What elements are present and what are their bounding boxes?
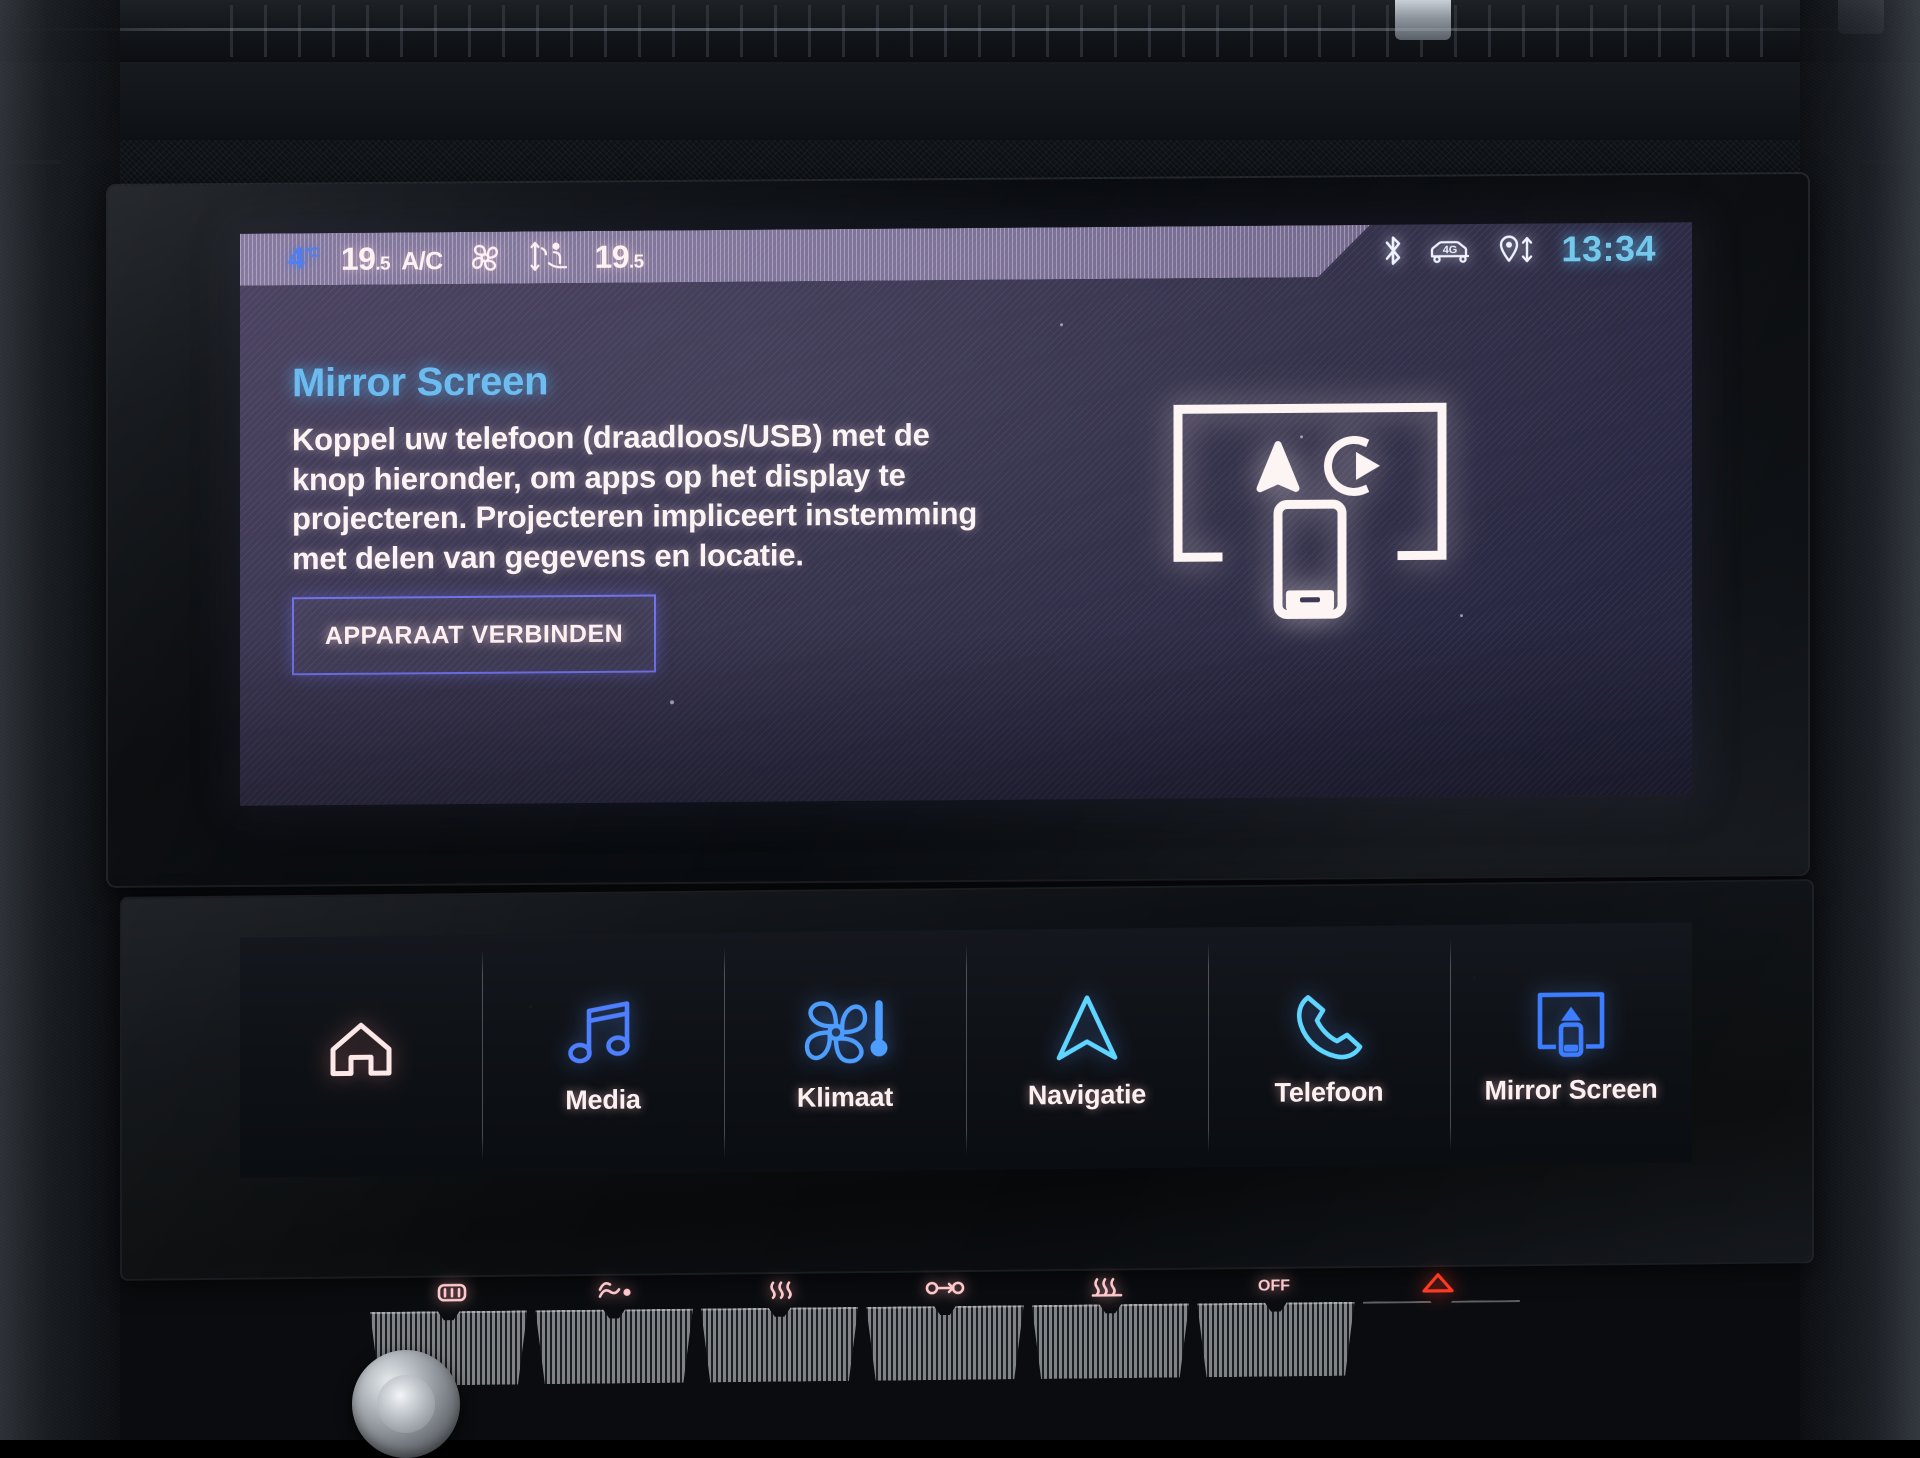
passenger-temperature-decimal: .5	[628, 251, 644, 273]
switch-key-recirculation[interactable]	[866, 1305, 1023, 1381]
status-bar-right-group: 4G 13:34	[1381, 223, 1656, 277]
dash-side-panel-left	[0, 0, 120, 1440]
svg-text:4G: 4G	[1443, 244, 1458, 256]
switch-key-off[interactable]	[1197, 1302, 1354, 1378]
dashboard-background: 4°C 19.5 A/C 19.5 4G 13:34 Media Klimaat…	[0, 0, 1920, 1458]
4g-connected-car-icon: 4G	[1427, 234, 1473, 266]
nav-item-navigatie[interactable]: Navigatie	[966, 927, 1208, 1170]
screen-dust	[670, 700, 674, 705]
clock: 13:34	[1561, 227, 1656, 270]
home-icon	[325, 1017, 397, 1082]
screen-dust	[1300, 435, 1303, 439]
climate-switch-keys	[370, 1300, 1520, 1394]
outside-temperature-value: 4	[288, 242, 305, 276]
airflow-face-icon	[534, 1271, 698, 1313]
nav-item-klimaat-label: Klimaat	[796, 1081, 894, 1113]
nav-item-navigatie-label: Navigatie	[1027, 1078, 1147, 1110]
rear-defrost-icon	[370, 1272, 534, 1314]
outside-temperature: 4°C	[288, 242, 319, 276]
dash-grain-left	[0, 0, 120, 1440]
air-vent-slats	[230, 5, 1790, 57]
fan-icon[interactable]	[465, 240, 505, 276]
dash-side-panel-right	[1800, 0, 1920, 1440]
nav-item-mirror-screen-label: Mirror Screen	[1484, 1073, 1658, 1106]
switch-key-hazard[interactable]	[1363, 1300, 1520, 1376]
nav-item-media-label: Media	[565, 1083, 641, 1115]
off-icon: OFF	[1191, 1264, 1355, 1306]
dash-top-trim	[0, 0, 1920, 62]
seat-airflow-icon[interactable]	[527, 238, 573, 276]
svg-text:OFF: OFF	[1258, 1277, 1290, 1294]
rotary-control-knob[interactable]	[352, 1350, 460, 1458]
switch-key-windshield-defrost[interactable]	[701, 1307, 858, 1383]
climate-switch-rail: OFF	[370, 1262, 1520, 1394]
navigation-arrow-icon	[1051, 987, 1123, 1066]
music-note-icon	[565, 992, 641, 1071]
passenger-temperature-value: 19	[594, 238, 629, 275]
nav-item-telefoon[interactable]: Telefoon	[1208, 925, 1450, 1168]
nav-item-klimaat[interactable]: Klimaat	[724, 930, 966, 1173]
screen-dust	[1060, 323, 1063, 327]
airflow-feet-icon	[1027, 1265, 1191, 1307]
recirculation-icon	[863, 1267, 1027, 1309]
bluetooth-icon[interactable]	[1381, 234, 1405, 268]
nav-item-home[interactable]	[240, 935, 482, 1178]
nav-item-telefoon-label: Telefoon	[1274, 1076, 1384, 1108]
navigation-bar: Media Klimaat Navigatie Telefoon Mirror …	[240, 922, 1692, 1178]
nav-item-mirror-screen[interactable]: Mirror Screen	[1450, 922, 1692, 1165]
nav-item-media[interactable]: Media	[482, 933, 724, 1176]
status-bar-left-group: 4°C 19.5 A/C 19.5	[288, 231, 644, 286]
location-sharing-icon[interactable]	[1495, 232, 1539, 266]
switch-key-airflow-face[interactable]	[535, 1309, 692, 1385]
screen-glare-overlay	[240, 222, 1692, 806]
ac-label: A/C	[401, 246, 443, 275]
fan-thermometer-icon	[802, 989, 888, 1068]
driver-temperature-value: 19	[340, 240, 376, 277]
hazard-triangle-icon	[1356, 1262, 1520, 1304]
dash-grain-right	[1800, 0, 1920, 1440]
driver-temperature-decimal: .5	[375, 253, 390, 275]
chrome-vent-knob-1[interactable]	[1395, 0, 1451, 40]
outside-temperature-unit: °C	[304, 244, 319, 261]
switch-key-airflow-feet[interactable]	[1032, 1303, 1189, 1379]
phone-handset-icon	[1291, 984, 1367, 1063]
passenger-temperature[interactable]: 19.5	[595, 238, 644, 275]
windshield-defrost-icon	[699, 1269, 863, 1311]
screen-cast-icon	[1530, 982, 1612, 1061]
driver-temperature[interactable]: 19.5 A/C	[341, 240, 443, 278]
screen-dust	[1460, 614, 1463, 618]
infotainment-screen[interactable]: 4°C 19.5 A/C 19.5 4G 13:34	[240, 222, 1692, 806]
